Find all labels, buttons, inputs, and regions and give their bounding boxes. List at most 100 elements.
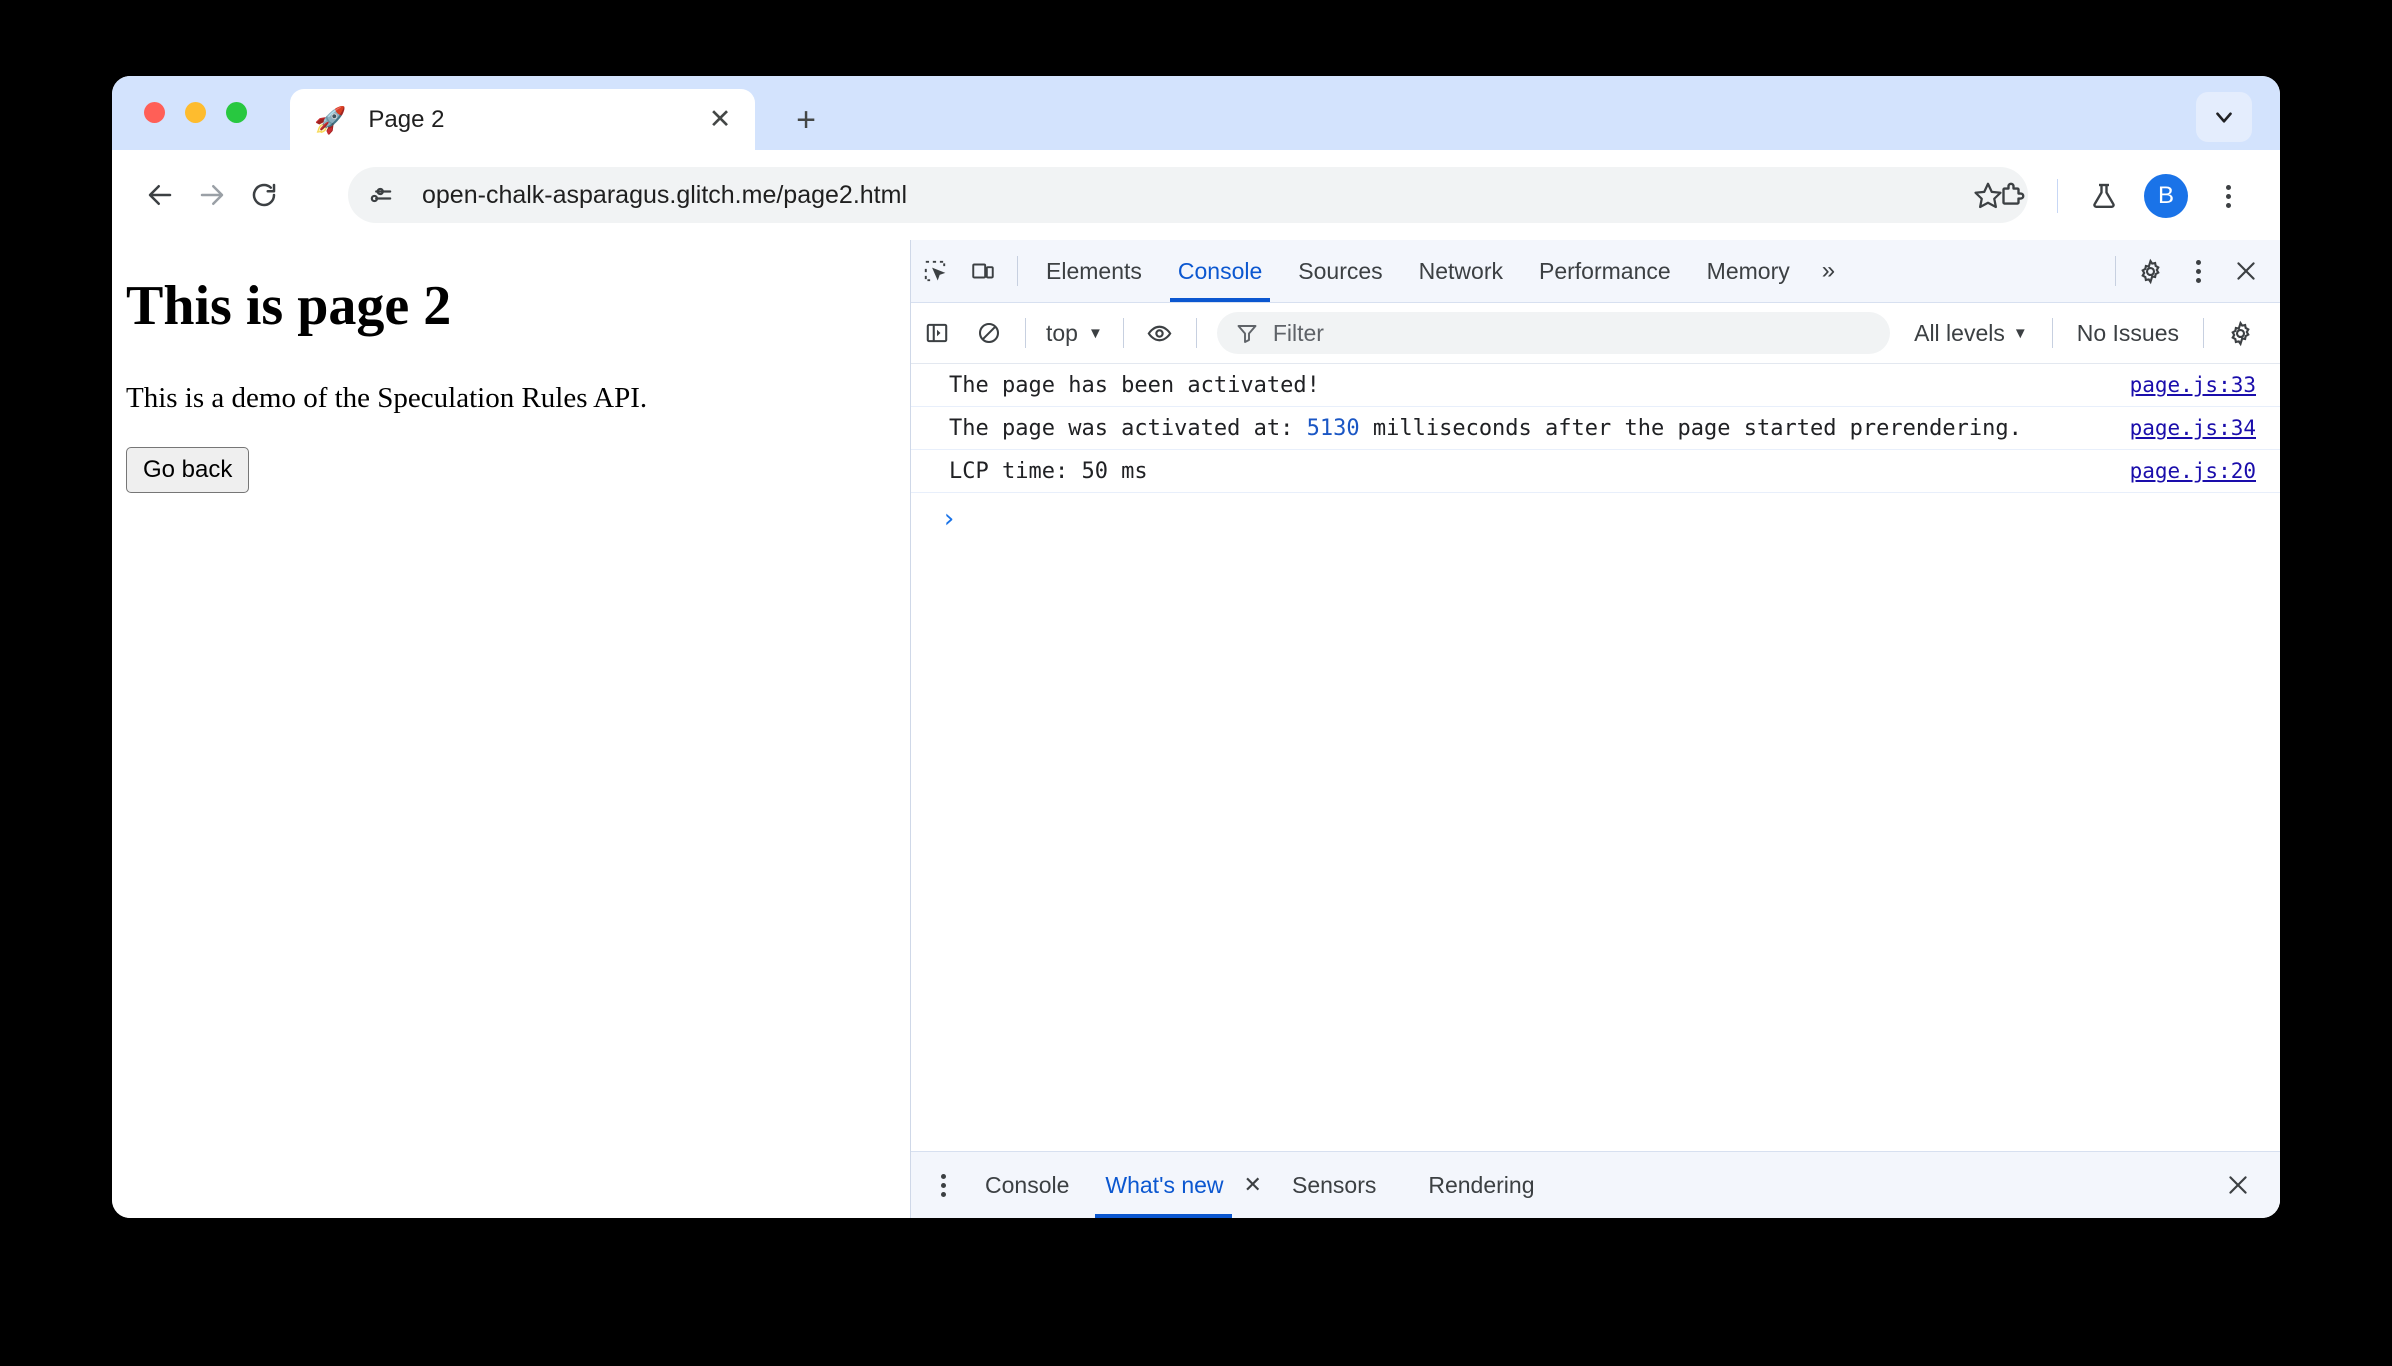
console-settings-button[interactable] bbox=[2214, 310, 2266, 356]
maximize-window-button[interactable] bbox=[226, 102, 247, 123]
console-source-link[interactable]: page.js:34 bbox=[2130, 416, 2256, 440]
close-whats-new-tab-button[interactable]: ✕ bbox=[1232, 1152, 1274, 1218]
toolbar-divider bbox=[1122, 318, 1124, 348]
console-message-text: The page was activated at: 5130 millisec… bbox=[949, 416, 2022, 441]
toolbar-divider bbox=[1017, 256, 1018, 286]
close-icon bbox=[2229, 1176, 2247, 1194]
device-toolbar-button[interactable] bbox=[959, 249, 1007, 293]
url-text: open-chalk-asparagus.glitch.me/page2.htm… bbox=[422, 180, 907, 209]
chevron-down-icon bbox=[2216, 112, 2232, 123]
console-message[interactable]: The page was activated at: 5130 millisec… bbox=[911, 407, 2280, 450]
devtools-drawer: Console What's new ✕ Sensors Rendering bbox=[911, 1151, 2280, 1218]
tab-console[interactable]: Console bbox=[1160, 240, 1280, 302]
execution-context-label: top bbox=[1046, 319, 1078, 346]
tab-network[interactable]: Network bbox=[1401, 240, 1521, 302]
devtools-tabbar-actions bbox=[2105, 249, 2270, 293]
toolbar-actions: B bbox=[1961, 168, 2256, 224]
console-message-suffix: milliseconds after the page started prer… bbox=[1359, 415, 2022, 441]
device-toolbar-icon bbox=[972, 263, 994, 279]
console-filter-input[interactable]: Filter bbox=[1216, 312, 1891, 354]
three-dot-menu-icon bbox=[940, 1173, 946, 1197]
forward-button[interactable] bbox=[186, 169, 238, 221]
toolbar-divider bbox=[1025, 318, 1026, 348]
tab-title: Page 2 bbox=[368, 105, 445, 133]
tab-elements[interactable]: Elements bbox=[1028, 240, 1160, 302]
browser-tab[interactable]: 🚀 Page 2 ✕ bbox=[290, 89, 755, 150]
devtools-more-button[interactable] bbox=[2174, 249, 2222, 293]
console-source-link[interactable]: page.js:20 bbox=[2130, 459, 2256, 483]
profile-button[interactable]: B bbox=[2138, 168, 2194, 224]
console-message-text: The page has been activated! bbox=[949, 372, 1320, 398]
back-arrow-icon bbox=[148, 185, 172, 205]
tab-sources[interactable]: Sources bbox=[1280, 240, 1400, 302]
forward-arrow-icon bbox=[200, 185, 224, 205]
page-viewport: This is page 2 This is a demo of the Spe… bbox=[112, 240, 910, 1218]
log-level-label: All levels bbox=[1914, 319, 2005, 346]
console-message-text: LCP time: 50 ms bbox=[949, 458, 1148, 484]
console-toolbar: top ▼ Filter All levels ▼ No Issues bbox=[911, 303, 2280, 364]
issues-button[interactable]: No Issues bbox=[2063, 320, 2193, 347]
inspect-element-button[interactable] bbox=[911, 249, 959, 293]
minimize-window-button[interactable] bbox=[185, 102, 206, 123]
gear-icon bbox=[2230, 320, 2250, 346]
close-tab-button[interactable]: ✕ bbox=[699, 99, 741, 141]
live-expression-button[interactable] bbox=[1134, 310, 1186, 356]
window-controls bbox=[144, 102, 247, 123]
address-bar[interactable]: open-chalk-asparagus.glitch.me/page2.htm… bbox=[348, 167, 2028, 223]
more-tabs-button[interactable]: » bbox=[1808, 257, 1849, 285]
new-tab-button[interactable]: + bbox=[784, 98, 828, 142]
close-window-button[interactable] bbox=[144, 102, 165, 123]
drawer-tab-console[interactable]: Console bbox=[967, 1152, 1087, 1218]
reload-button[interactable] bbox=[238, 169, 290, 221]
browser-menu-button[interactable] bbox=[2200, 168, 2256, 224]
toolbar-divider bbox=[2203, 318, 2204, 348]
toolbar-divider bbox=[2051, 318, 2053, 348]
log-level-selector[interactable]: All levels ▼ bbox=[1900, 320, 2042, 347]
devtools-settings-button[interactable] bbox=[2126, 249, 2174, 293]
site-settings-icon[interactable] bbox=[360, 173, 404, 217]
inspect-element-icon bbox=[924, 260, 946, 282]
devtools-panel: Elements Console Sources Network Perform… bbox=[910, 240, 2280, 1218]
rocket-icon: 🚀 bbox=[314, 104, 347, 135]
console-sidebar-icon bbox=[926, 323, 948, 343]
clear-console-icon bbox=[978, 322, 1000, 344]
close-drawer-button[interactable] bbox=[2214, 1163, 2262, 1207]
clear-console-button[interactable] bbox=[963, 310, 1015, 356]
labs-button[interactable] bbox=[2076, 168, 2132, 224]
content-split: This is page 2 This is a demo of the Spe… bbox=[112, 240, 2280, 1218]
console-sidebar-button[interactable] bbox=[911, 310, 963, 356]
go-back-button[interactable]: Go back bbox=[126, 447, 250, 493]
console-message[interactable]: The page has been activated! page.js:33 bbox=[911, 364, 2280, 407]
console-source-link[interactable]: page.js:33 bbox=[2130, 373, 2256, 397]
page-title: This is page 2 bbox=[126, 275, 452, 337]
devtools-tab-bar: Elements Console Sources Network Perform… bbox=[911, 240, 2280, 303]
reload-icon bbox=[252, 183, 276, 207]
flask-icon bbox=[2093, 183, 2115, 208]
drawer-menu-button[interactable] bbox=[919, 1163, 967, 1207]
page-paragraph: This is a demo of the Speculation Rules … bbox=[126, 382, 648, 414]
console-message[interactable]: LCP time: 50 ms page.js:20 bbox=[911, 450, 2280, 493]
tab-search-button[interactable] bbox=[2196, 92, 2252, 142]
three-dot-menu-icon bbox=[2225, 184, 2231, 208]
filter-placeholder: Filter bbox=[1272, 319, 1324, 346]
toolbar-divider bbox=[2057, 179, 2058, 213]
tab-performance[interactable]: Performance bbox=[1521, 240, 1689, 302]
toolbar-divider bbox=[1195, 318, 1197, 348]
drawer-actions bbox=[2214, 1163, 2262, 1207]
chevron-down-icon: ▼ bbox=[1087, 324, 1103, 342]
tab-memory[interactable]: Memory bbox=[1689, 240, 1808, 302]
console-prompt[interactable]: › bbox=[911, 493, 2280, 545]
drawer-tab-whats-new[interactable]: What's new bbox=[1087, 1152, 1232, 1218]
drawer-tab-sensors[interactable]: Sensors bbox=[1274, 1152, 1394, 1218]
devtools-close-button[interactable] bbox=[2222, 249, 2270, 293]
execution-context-selector[interactable]: top ▼ bbox=[1036, 320, 1113, 347]
console-message-prefix: The page was activated at: bbox=[949, 415, 1307, 441]
console-message-list: The page has been activated! page.js:33 … bbox=[911, 364, 2280, 1151]
browser-toolbar: open-chalk-asparagus.glitch.me/page2.htm… bbox=[112, 150, 2280, 240]
extensions-button[interactable] bbox=[1983, 168, 2039, 224]
close-icon bbox=[2237, 262, 2255, 280]
filter-icon bbox=[1235, 321, 1259, 345]
toolbar-divider bbox=[2115, 256, 2116, 286]
back-button[interactable] bbox=[134, 169, 186, 221]
drawer-tab-rendering[interactable]: Rendering bbox=[1394, 1152, 1552, 1218]
